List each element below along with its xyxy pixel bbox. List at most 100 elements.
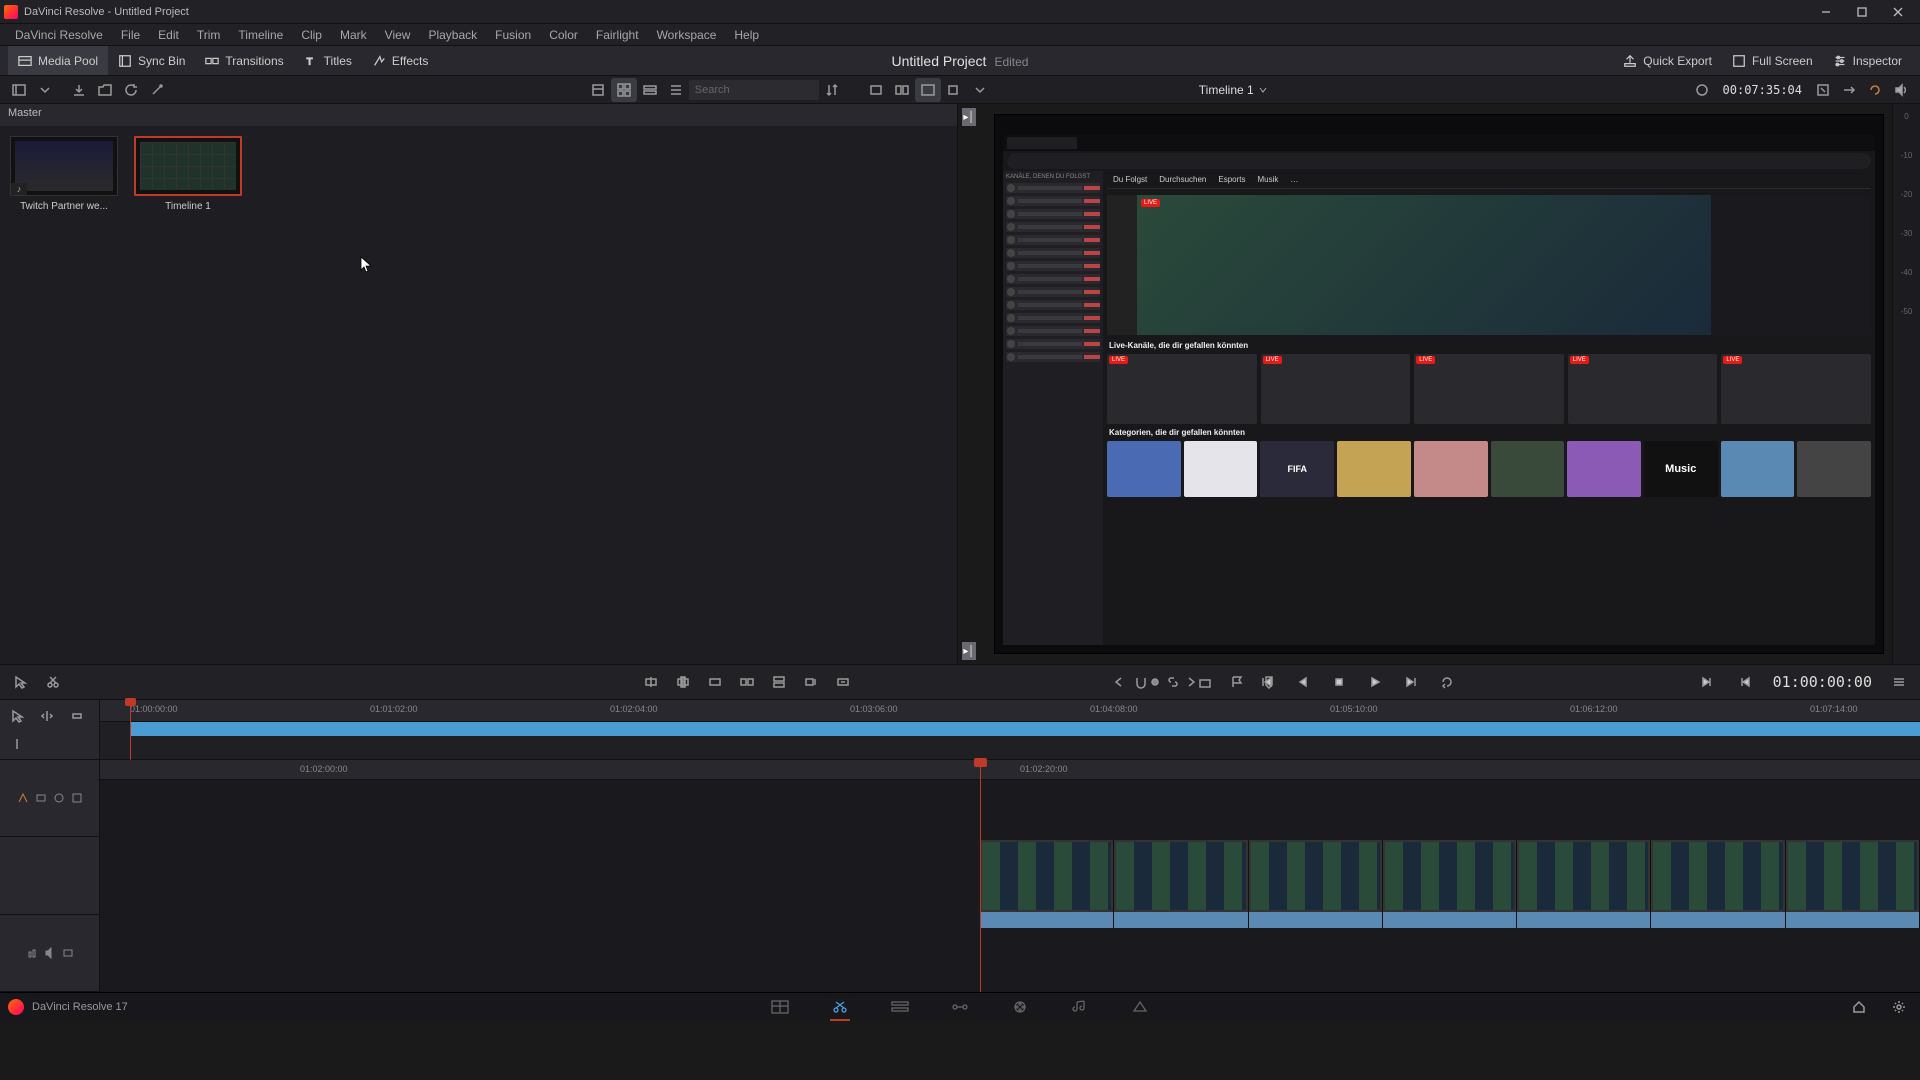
fusion-page-icon[interactable] bbox=[950, 999, 970, 1015]
go-to-end-icon[interactable] bbox=[1398, 670, 1424, 694]
replace-clip-icon[interactable] bbox=[702, 670, 728, 694]
media-page-icon[interactable] bbox=[770, 999, 790, 1015]
search-input[interactable] bbox=[689, 80, 819, 100]
close-button[interactable] bbox=[1880, 1, 1916, 23]
timeline-selector[interactable]: Timeline 1 bbox=[1193, 83, 1274, 97]
import-icon[interactable] bbox=[66, 78, 92, 102]
quick-export-button[interactable]: Quick Export bbox=[1613, 46, 1722, 75]
next-marker-icon[interactable] bbox=[1693, 670, 1719, 694]
category-card bbox=[1337, 441, 1411, 497]
cinema-viewer-icon[interactable] bbox=[915, 78, 941, 102]
step-forward-icon[interactable]: ▸│ bbox=[962, 108, 976, 126]
menu-trim[interactable]: Trim bbox=[188, 28, 230, 42]
fit-to-fill-icon[interactable] bbox=[734, 670, 760, 694]
source-tc-options-icon[interactable] bbox=[1689, 78, 1715, 102]
video-track-header[interactable] bbox=[0, 837, 99, 914]
bin-list-icon[interactable] bbox=[6, 78, 32, 102]
loop-playback-icon[interactable] bbox=[1434, 670, 1460, 694]
timeline-tracks[interactable]: 01:02:00:00 01:02:20:00 bbox=[100, 760, 1920, 992]
timeline-nav-strip[interactable] bbox=[130, 722, 1920, 736]
viewer-mode-icon[interactable] bbox=[941, 78, 967, 102]
bin-header[interactable]: Master bbox=[0, 104, 957, 126]
reverse-play-icon[interactable] bbox=[1290, 670, 1316, 694]
menu-clip[interactable]: Clip bbox=[292, 28, 331, 42]
media-pool-tab[interactable]: Media Pool bbox=[8, 46, 108, 75]
cut-page-icon[interactable] bbox=[830, 999, 850, 1015]
timeline-item[interactable]: Timeline 1 bbox=[134, 136, 242, 212]
maximize-button[interactable] bbox=[1844, 1, 1880, 23]
dual-viewer-icon[interactable] bbox=[889, 78, 915, 102]
menu-workspace[interactable]: Workspace bbox=[648, 28, 726, 42]
stop-icon[interactable] bbox=[1326, 670, 1352, 694]
prev-marker-icon[interactable] bbox=[1733, 670, 1759, 694]
blade-edit-icon[interactable] bbox=[4, 732, 30, 756]
loop-icon[interactable] bbox=[1862, 78, 1888, 102]
edit-page-icon[interactable] bbox=[890, 999, 910, 1015]
full-screen-button[interactable]: Full Screen bbox=[1722, 46, 1823, 75]
strip-view-icon[interactable] bbox=[637, 78, 663, 102]
nav-playhead[interactable] bbox=[130, 700, 131, 760]
meter-tick: -20 bbox=[1901, 190, 1913, 199]
go-to-start-icon[interactable] bbox=[1254, 670, 1280, 694]
timeline-playhead[interactable] bbox=[980, 760, 981, 992]
selection-tool-icon[interactable] bbox=[8, 670, 34, 694]
clip-item[interactable]: ♪ Twitch Partner we... bbox=[10, 136, 118, 212]
play-icon[interactable] bbox=[1362, 670, 1388, 694]
record-timecode[interactable]: 01:00:00:00 bbox=[1773, 673, 1872, 691]
ripple-overwrite-icon[interactable] bbox=[830, 670, 856, 694]
step-forward-icon[interactable]: ▸│ bbox=[962, 642, 976, 660]
color-page-icon[interactable] bbox=[1010, 999, 1030, 1015]
home-icon[interactable] bbox=[1846, 995, 1872, 1019]
playhead-dot-icon[interactable] bbox=[1142, 670, 1168, 694]
menu-davinci[interactable]: DaVinci Resolve bbox=[6, 28, 112, 42]
effects-wand-icon[interactable] bbox=[144, 78, 170, 102]
folder-icon[interactable] bbox=[92, 78, 118, 102]
timeline-ruler[interactable]: 01:02:00:00 01:02:20:00 bbox=[100, 760, 1920, 780]
prev-edit-icon[interactable] bbox=[1106, 670, 1132, 694]
trim-tool-icon[interactable] bbox=[34, 704, 60, 728]
single-viewer-icon[interactable] bbox=[863, 78, 889, 102]
mute-icon[interactable] bbox=[1888, 78, 1914, 102]
menu-file[interactable]: File bbox=[112, 28, 149, 42]
blade-tool-icon[interactable] bbox=[40, 670, 66, 694]
menu-playback[interactable]: Playback bbox=[419, 28, 486, 42]
timeline-options-icon[interactable] bbox=[1886, 670, 1912, 694]
insert-clip-icon[interactable] bbox=[638, 670, 664, 694]
sort-icon[interactable] bbox=[819, 78, 845, 102]
refresh-icon[interactable] bbox=[118, 78, 144, 102]
menu-fairlight[interactable]: Fairlight bbox=[587, 28, 648, 42]
sync-bin-tab[interactable]: Sync Bin bbox=[108, 46, 195, 75]
chevron-down-icon[interactable] bbox=[967, 78, 993, 102]
timeline-nav-ruler[interactable]: 01:00:00:00 01:01:02:00 01:02:04:00 01:0… bbox=[100, 700, 1920, 722]
transitions-tab[interactable]: Transitions bbox=[195, 46, 293, 75]
chevron-down-icon[interactable] bbox=[32, 78, 58, 102]
menu-timeline[interactable]: Timeline bbox=[229, 28, 292, 42]
menu-edit[interactable]: Edit bbox=[149, 28, 188, 42]
track-marker-row[interactable] bbox=[0, 760, 99, 837]
minimize-button[interactable] bbox=[1808, 1, 1844, 23]
next-edit-icon[interactable] bbox=[1178, 670, 1204, 694]
effects-tab[interactable]: Effects bbox=[362, 46, 438, 75]
match-frame-icon[interactable] bbox=[1810, 78, 1836, 102]
menu-color[interactable]: Color bbox=[540, 28, 587, 42]
inspector-button[interactable]: Inspector bbox=[1823, 46, 1912, 75]
thumbnail-view-icon[interactable] bbox=[611, 78, 637, 102]
bypass-icon[interactable] bbox=[1836, 78, 1862, 102]
menu-view[interactable]: View bbox=[376, 28, 420, 42]
place-on-top-icon[interactable] bbox=[766, 670, 792, 694]
deliver-page-icon[interactable] bbox=[1130, 999, 1150, 1015]
pointer-tool-icon[interactable] bbox=[4, 704, 30, 728]
video-track-clip[interactable] bbox=[980, 840, 1920, 928]
fairlight-page-icon[interactable] bbox=[1070, 999, 1090, 1015]
settings-gear-icon[interactable] bbox=[1886, 995, 1912, 1019]
menu-help[interactable]: Help bbox=[725, 28, 768, 42]
menu-mark[interactable]: Mark bbox=[331, 28, 376, 42]
audio-track-header[interactable] bbox=[0, 915, 99, 992]
list-view-icon[interactable] bbox=[663, 78, 689, 102]
titles-tab[interactable]: T Titles bbox=[294, 46, 362, 75]
metadata-view-icon[interactable] bbox=[585, 78, 611, 102]
append-icon[interactable] bbox=[798, 670, 824, 694]
menu-fusion[interactable]: Fusion bbox=[486, 28, 540, 42]
overwrite-clip-icon[interactable] bbox=[670, 670, 696, 694]
dynamic-trim-icon[interactable] bbox=[64, 704, 90, 728]
